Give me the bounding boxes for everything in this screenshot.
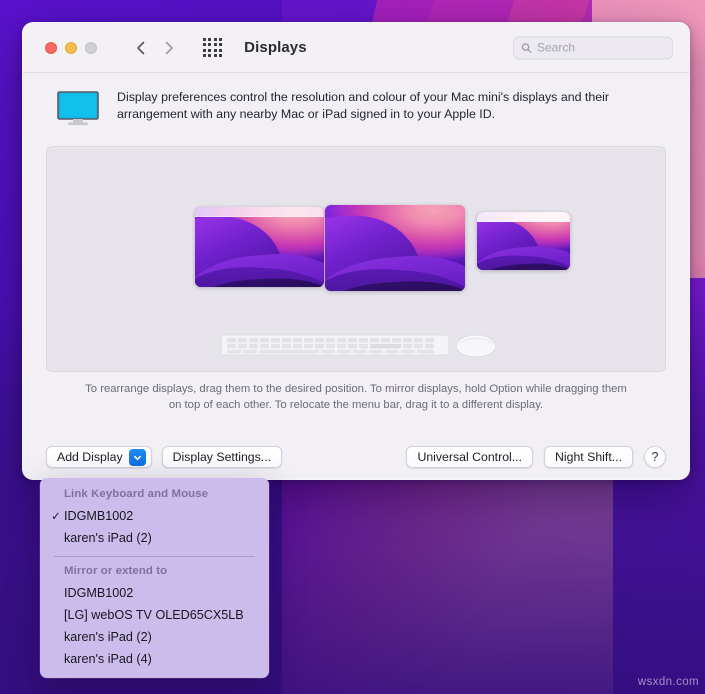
display-wallpaper	[325, 205, 465, 291]
night-shift-button[interactable]: Night Shift...	[544, 446, 633, 468]
display-icon	[57, 89, 103, 132]
search-input[interactable]	[537, 40, 665, 55]
close-window-button[interactable]	[45, 41, 57, 54]
night-shift-label: Night Shift...	[555, 450, 622, 464]
menu-item-label: IDGMB1002	[64, 585, 134, 600]
menu-item-mirror-karens-ipad-4[interactable]: karen's iPad (4)	[40, 648, 269, 670]
description-text: Display preferences control the resoluti…	[117, 90, 610, 121]
menu-section-header-link: Link Keyboard and Mouse	[64, 488, 209, 500]
chevron-right-icon[interactable]	[161, 38, 177, 58]
menu-item-mirror-karens-ipad-2[interactable]: karen's iPad (2)	[40, 626, 269, 648]
chevron-left-icon[interactable]	[133, 38, 149, 58]
add-display-popup-menu[interactable]: Link Keyboard and Mouse ✓ IDGMB1002 kare…	[40, 478, 269, 678]
traffic-lights	[45, 41, 97, 54]
keyboard-and-mouse-icon	[211, 329, 501, 361]
chevron-down-icon[interactable]	[128, 448, 146, 466]
menu-separator	[54, 556, 255, 557]
display-menu-bar	[477, 212, 570, 222]
display-arrangement-panel[interactable]	[46, 146, 666, 372]
bottom-toolbar: Add Display Display Settings... Universa…	[23, 435, 689, 479]
display-thumbnail-2[interactable]	[325, 205, 465, 291]
display-settings-label: Display Settings...	[172, 450, 272, 464]
display-wallpaper	[195, 207, 324, 287]
help-label: ?	[651, 450, 659, 464]
watermark: wsxdn.com	[637, 676, 699, 688]
search-field[interactable]	[513, 36, 673, 59]
search-icon	[521, 42, 532, 53]
check-icon: ✓	[51, 511, 61, 523]
display-thumbnail-3[interactable]	[477, 212, 570, 270]
display-menu-bar	[195, 207, 324, 218]
grid-apps-icon[interactable]	[203, 37, 223, 58]
menu-item-label: [LG] webOS TV OLED65CX5LB	[64, 607, 244, 622]
add-display-label: Add Display	[57, 450, 123, 464]
menu-item-link-karens-ipad-2[interactable]: karen's iPad (2)	[40, 527, 269, 549]
arrangement-hint-text: To rearrange displays, drag them to the …	[85, 383, 627, 411]
displays-preferences-window: Displays Display preferences control the…	[22, 22, 690, 480]
display-settings-button[interactable]: Display Settings...	[161, 446, 283, 468]
menu-item-label: karen's iPad (4)	[64, 651, 152, 666]
window-content: Display preferences control the resoluti…	[23, 73, 689, 413]
navigation-controls	[133, 38, 177, 58]
display-thumbnail-1[interactable]	[195, 207, 324, 287]
description-row: Display preferences control the resoluti…	[39, 73, 673, 144]
menu-item-label: karen's iPad (2)	[64, 531, 152, 545]
minimize-window-button[interactable]	[65, 41, 77, 54]
zoom-window-button[interactable]	[85, 41, 97, 54]
menu-item-link-idgmb1002[interactable]: ✓ IDGMB1002	[40, 505, 269, 527]
menu-item-label: karen's iPad (2)	[64, 629, 152, 644]
menu-item-label: IDGMB1002	[64, 509, 134, 523]
menu-item-mirror-lg-tv[interactable]: [LG] webOS TV OLED65CX5LB	[40, 604, 269, 626]
menu-item-mirror-idgmb1002[interactable]: IDGMB1002	[40, 582, 269, 604]
add-display-button[interactable]: Add Display	[46, 446, 152, 468]
menu-section-header-mirror: Mirror or extend to	[64, 564, 168, 577]
window-titlebar: Displays	[23, 23, 689, 73]
page-title: Displays	[244, 39, 307, 56]
help-button[interactable]: ?	[644, 446, 666, 468]
universal-control-button[interactable]: Universal Control...	[406, 446, 534, 468]
universal-control-label: Universal Control...	[417, 450, 523, 464]
